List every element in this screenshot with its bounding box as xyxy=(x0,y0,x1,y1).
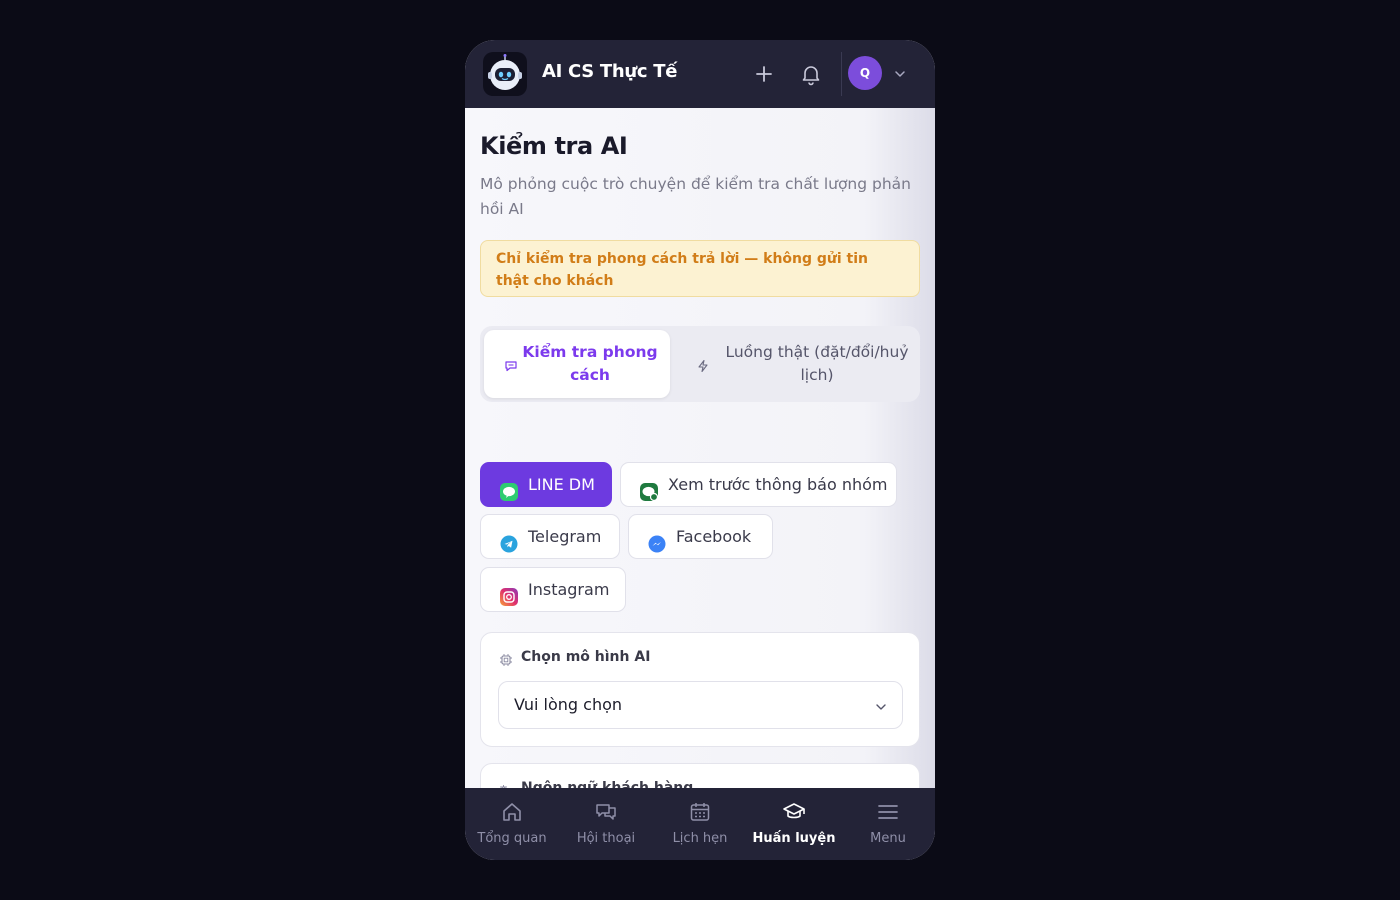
language-select-card: Ngôn ngữ khách hàng xyxy=(480,763,920,788)
bottom-nav: Tổng quan Hội thoại Lịch hẹn Huấn luyện … xyxy=(465,788,935,860)
messenger-icon xyxy=(647,527,667,553)
app-logo[interactable] xyxy=(483,52,527,96)
channel-instagram-label: Instagram xyxy=(528,580,610,599)
instagram-icon xyxy=(499,580,519,606)
channel-telegram-label: Telegram xyxy=(528,527,602,546)
telegram-icon xyxy=(499,527,519,553)
chat-icon xyxy=(594,800,618,824)
channel-instagram[interactable]: Instagram xyxy=(480,567,626,612)
nav-menu-label: Menu xyxy=(870,831,906,846)
warning-text: Chỉ kiểm tra phong cách trả lời — không … xyxy=(496,251,869,289)
chevron-down-icon[interactable] xyxy=(893,66,907,80)
channel-facebook-label: Facebook xyxy=(676,527,752,546)
topbar-divider xyxy=(841,52,842,96)
cpu-icon xyxy=(499,652,513,666)
nav-conversations-label: Hội thoại xyxy=(576,831,636,846)
channel-line-dm-label: LINE DM xyxy=(528,475,595,494)
channel-group-preview[interactable]: Xem trước thông báo nhóm xyxy=(620,462,897,507)
model-label: Chọn mô hình AI xyxy=(521,649,651,665)
calendar-icon xyxy=(688,800,712,824)
graduation-cap-icon xyxy=(782,800,806,824)
nav-appointments-label: Lịch hẹn xyxy=(672,831,728,846)
channel-facebook[interactable]: Facebook xyxy=(628,514,773,559)
app-title: AI CS Thực Tế xyxy=(542,61,678,82)
model-select-value: Vui lòng chọn xyxy=(514,695,623,714)
chevron-down-icon xyxy=(874,699,888,713)
add-icon[interactable] xyxy=(752,62,776,86)
line-icon xyxy=(499,475,519,501)
line-group-icon xyxy=(639,475,659,502)
home-icon xyxy=(500,800,524,824)
nav-item-menu[interactable]: Menu xyxy=(841,788,935,860)
menu-icon xyxy=(876,800,900,824)
model-select-card: Chọn mô hình AI Vui lòng chọn xyxy=(480,632,920,747)
top-bar: AI CS Thực Tế Q xyxy=(465,40,935,108)
nav-training-label: Huấn luyện xyxy=(752,831,836,846)
bell-icon[interactable] xyxy=(799,62,823,86)
main-content[interactable]: Kiểm tra AI Mô phỏng cuộc trò chuyện để … xyxy=(465,108,935,788)
tab-style-check[interactable]: Kiểm tra phong cách xyxy=(484,330,670,398)
phone-frame: AI CS Thực Tế Q Kiểm tra AI Mô phỏng cuộ… xyxy=(465,40,935,860)
lightning-icon xyxy=(696,357,710,373)
channel-line-dm[interactable]: LINE DM xyxy=(480,462,612,507)
tab-real-flow[interactable]: Luồng thật (đặt/đổi/huỷ lịch) xyxy=(680,330,916,398)
channel-telegram[interactable]: Telegram xyxy=(480,514,620,559)
nav-item-overview[interactable]: Tổng quan xyxy=(465,788,559,860)
nav-item-training[interactable]: Huấn luyện xyxy=(747,788,841,860)
nav-item-conversations[interactable]: Hội thoại xyxy=(559,788,653,860)
page-title: Kiểm tra AI xyxy=(480,132,628,160)
language-label: Ngôn ngữ khách hàng xyxy=(521,780,694,788)
tab-style-check-label: Kiểm tra phong cách xyxy=(522,343,658,384)
chat-bubble-icon xyxy=(504,357,518,372)
page-subtitle: Mô phỏng cuộc trò chuyện để kiểm tra chấ… xyxy=(480,175,912,218)
mode-segmented-control: Kiểm tra phong cách Luồng thật (đặt/đổi/… xyxy=(480,326,920,402)
avatar[interactable]: Q xyxy=(848,56,882,90)
nav-item-appointments[interactable]: Lịch hẹn xyxy=(653,788,747,860)
nav-overview-label: Tổng quan xyxy=(477,831,547,846)
channel-group-preview-label: Xem trước thông báo nhóm xyxy=(668,475,888,494)
model-select[interactable]: Vui lòng chọn xyxy=(498,681,903,729)
warning-banner: Chỉ kiểm tra phong cách trả lời — không … xyxy=(480,240,920,297)
tab-real-flow-label: Luồng thật (đặt/đổi/huỷ lịch) xyxy=(725,343,909,384)
